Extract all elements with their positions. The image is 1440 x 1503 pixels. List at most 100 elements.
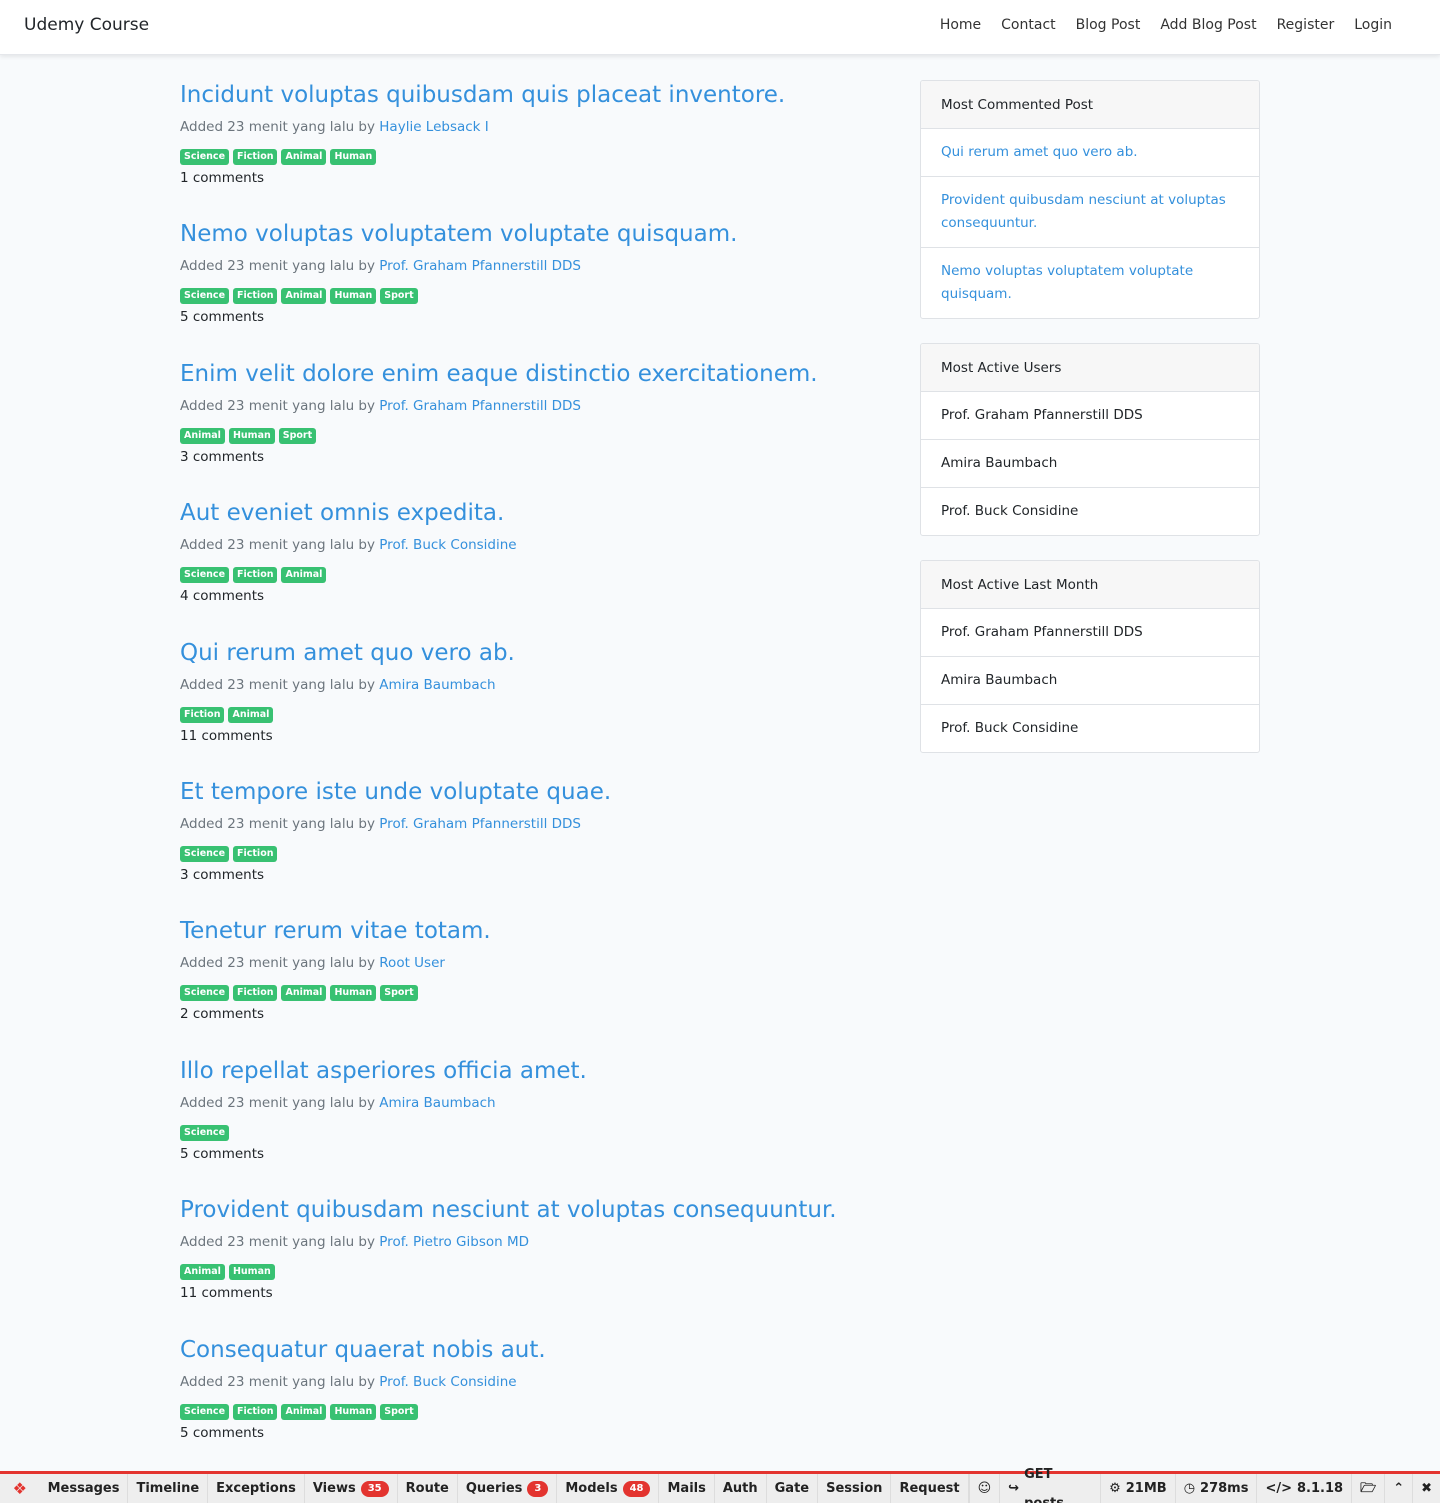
tag-badge[interactable]: Fiction (233, 288, 278, 305)
comment-count: 5 comments (180, 309, 265, 326)
post-title-link[interactable]: Aut eveniet omnis expedita. (180, 498, 880, 528)
most-commented-link[interactable]: Nemo voluptas voluptatem voluptate quisq… (941, 263, 1193, 302)
tag-badge[interactable]: Science (180, 1124, 230, 1141)
tag-badge[interactable]: Science (180, 149, 230, 165)
post-title-link[interactable]: Et tempore iste unde voluptate quae. (180, 777, 880, 807)
tag-badge[interactable]: Fiction (233, 985, 278, 1002)
clock-icon: ◷ (1183, 1481, 1196, 1496)
list-item: Prof. Buck Considine (941, 720, 1079, 736)
post-title-link[interactable]: Incidunt voluptas quibusdam quis placeat… (180, 80, 880, 110)
tag-badge[interactable]: Human (228, 427, 275, 444)
tag-badge[interactable]: Science (180, 288, 230, 305)
author-link[interactable]: Prof. Buck Considine (379, 537, 516, 553)
tag-badge[interactable]: Science (180, 845, 230, 862)
brand-link[interactable]: Udemy Course (24, 15, 149, 35)
tag-badge[interactable]: Sport (278, 427, 317, 444)
post-meta: Added 23 menit yang lalu by Root User (180, 953, 880, 973)
debug-tab-models[interactable]: Models 48 (557, 1474, 660, 1503)
post-title-link[interactable]: Tenetur rerum vitae totam. (180, 916, 880, 946)
tag-badge[interactable]: Animal (281, 1403, 327, 1420)
tag-badge[interactable]: Fiction (233, 149, 278, 165)
tag-badge[interactable]: Animal (180, 1264, 225, 1281)
tag-badge[interactable]: Fiction (233, 845, 278, 862)
author-link[interactable]: Prof. Graham Pfannerstill DDS (379, 398, 581, 414)
tag-badge[interactable]: Animal (281, 985, 327, 1002)
nav-home[interactable]: Home (940, 17, 981, 33)
tag-badge[interactable]: Science (180, 1403, 230, 1420)
nav-add-blog-post[interactable]: Add Blog Post (1160, 17, 1256, 33)
most-commented-link[interactable]: Provident quibusdam nesciunt at voluptas… (941, 192, 1226, 231)
debug-tab-messages[interactable]: Messages (40, 1474, 129, 1503)
tag-badge[interactable]: Animal (281, 149, 327, 165)
tag-badge[interactable]: Human (330, 1403, 377, 1420)
request-label: GET posts (1024, 1466, 1065, 1503)
tag-badge[interactable]: Fiction (180, 706, 225, 723)
post-title-link[interactable]: Consequatur quaerat nobis aut. (180, 1335, 880, 1365)
time-info[interactable]: ◷ 278ms (1174, 1474, 1257, 1503)
nav-register[interactable]: Register (1277, 17, 1335, 33)
author-link[interactable]: Amira Baumbach (379, 677, 495, 693)
most-commented-link[interactable]: Qui rerum amet quo vero ab. (941, 144, 1138, 160)
comment-count: 1 comments (180, 170, 265, 186)
code-icon: </> (1265, 1481, 1292, 1496)
user-icon[interactable]: ☺ (968, 1474, 1000, 1503)
tag-badge[interactable]: Sport (380, 1403, 418, 1420)
post-title-link[interactable]: Nemo voluptas voluptatem voluptate quisq… (180, 219, 880, 249)
author-link[interactable]: Haylie Lebsack I (379, 119, 489, 135)
tag-badge[interactable]: Human (330, 149, 377, 165)
tag-badge[interactable]: Animal (281, 567, 327, 584)
post-title-link[interactable]: Illo repellat asperiores officia amet. (180, 1056, 880, 1086)
tag-badge[interactable]: Animal (180, 427, 225, 444)
post-title-link[interactable]: Enim velit dolore enim eaque distinctio … (180, 359, 880, 389)
author-link[interactable]: Root User (379, 955, 445, 971)
laravel-logo-icon[interactable]: ❖ (0, 1479, 40, 1498)
nav-blog-post[interactable]: Blog Post (1076, 17, 1141, 33)
author-link[interactable]: Amira Baumbach (379, 1095, 495, 1111)
close-icon[interactable]: ✖ (1412, 1474, 1440, 1503)
tag-badge[interactable]: Sport (380, 985, 418, 1002)
debug-tab-label: Timeline (136, 1481, 200, 1496)
tag-badge[interactable]: Fiction (233, 1403, 278, 1420)
post-title-link[interactable]: Provident quibusdam nesciunt at voluptas… (180, 1195, 880, 1225)
tag-badge[interactable]: Animal (228, 706, 274, 723)
debug-tab-gate[interactable]: Gate (767, 1474, 819, 1503)
post-item: Tenetur rerum vitae totam. Added 23 meni… (180, 916, 880, 1055)
debug-tab-request[interactable]: Request (891, 1474, 969, 1503)
author-link[interactable]: Prof. Graham Pfannerstill DDS (379, 258, 581, 274)
author-link[interactable]: Prof. Pietro Gibson MD (379, 1234, 529, 1250)
tag-badge[interactable]: Science (180, 567, 230, 584)
post-meta: Added 23 menit yang lalu by Prof. Buck C… (180, 535, 880, 555)
request-info[interactable]: ↪ GET posts (999, 1467, 1100, 1503)
author-link[interactable]: Prof. Buck Considine (379, 1374, 516, 1390)
memory-info[interactable]: ⚙ 21MB (1100, 1474, 1175, 1503)
tag-badge[interactable]: Human (228, 1264, 275, 1281)
debug-tab-queries[interactable]: Queries 3 (458, 1474, 558, 1503)
chevron-up-icon[interactable]: ⌃ (1384, 1474, 1412, 1503)
nav-contact[interactable]: Contact (1001, 17, 1055, 33)
author-link[interactable]: Prof. Graham Pfannerstill DDS (379, 816, 581, 832)
debug-tab-label: Queries (465, 1481, 523, 1496)
php-version-info[interactable]: </> 8.1.18 (1256, 1474, 1351, 1503)
post-meta-prefix: Added 23 menit yang lalu by (180, 955, 375, 972)
tag-badge[interactable]: Human (330, 288, 377, 305)
folder-icon[interactable]: 🗁 (1351, 1474, 1384, 1503)
tag-badge[interactable]: Animal (281, 288, 327, 305)
post-meta: Added 23 menit yang lalu by Haylie Lebsa… (180, 117, 880, 137)
debug-status: ☺ ↪ GET posts ⚙ 21MB ◷ 278ms </> 8.1.18 🗁 ⌃ … (968, 1467, 1440, 1503)
debug-tab-label: Messages (47, 1481, 120, 1496)
tag-badge[interactable]: Fiction (233, 567, 278, 584)
post-title-link[interactable]: Qui rerum amet quo vero ab. (180, 638, 880, 668)
debug-tab-session[interactable]: Session (818, 1474, 892, 1503)
tag-badge[interactable]: Human (330, 985, 377, 1002)
nav-login[interactable]: Login (1354, 17, 1392, 33)
post-meta: Added 23 menit yang lalu by Amira Baumba… (180, 675, 880, 695)
debug-tab-route[interactable]: Route (398, 1474, 458, 1503)
tag-badge[interactable]: Science (180, 985, 230, 1002)
count-badge: 48 (622, 1480, 651, 1497)
tag-badge[interactable]: Sport (380, 288, 418, 305)
debug-tab-timeline[interactable]: Timeline (128, 1474, 209, 1503)
debug-tab-mails[interactable]: Mails (659, 1474, 715, 1503)
debug-tab-auth[interactable]: Auth (715, 1474, 767, 1503)
debug-tab-exceptions[interactable]: Exceptions (208, 1474, 305, 1503)
debug-tab-views[interactable]: Views 35 (305, 1474, 398, 1503)
